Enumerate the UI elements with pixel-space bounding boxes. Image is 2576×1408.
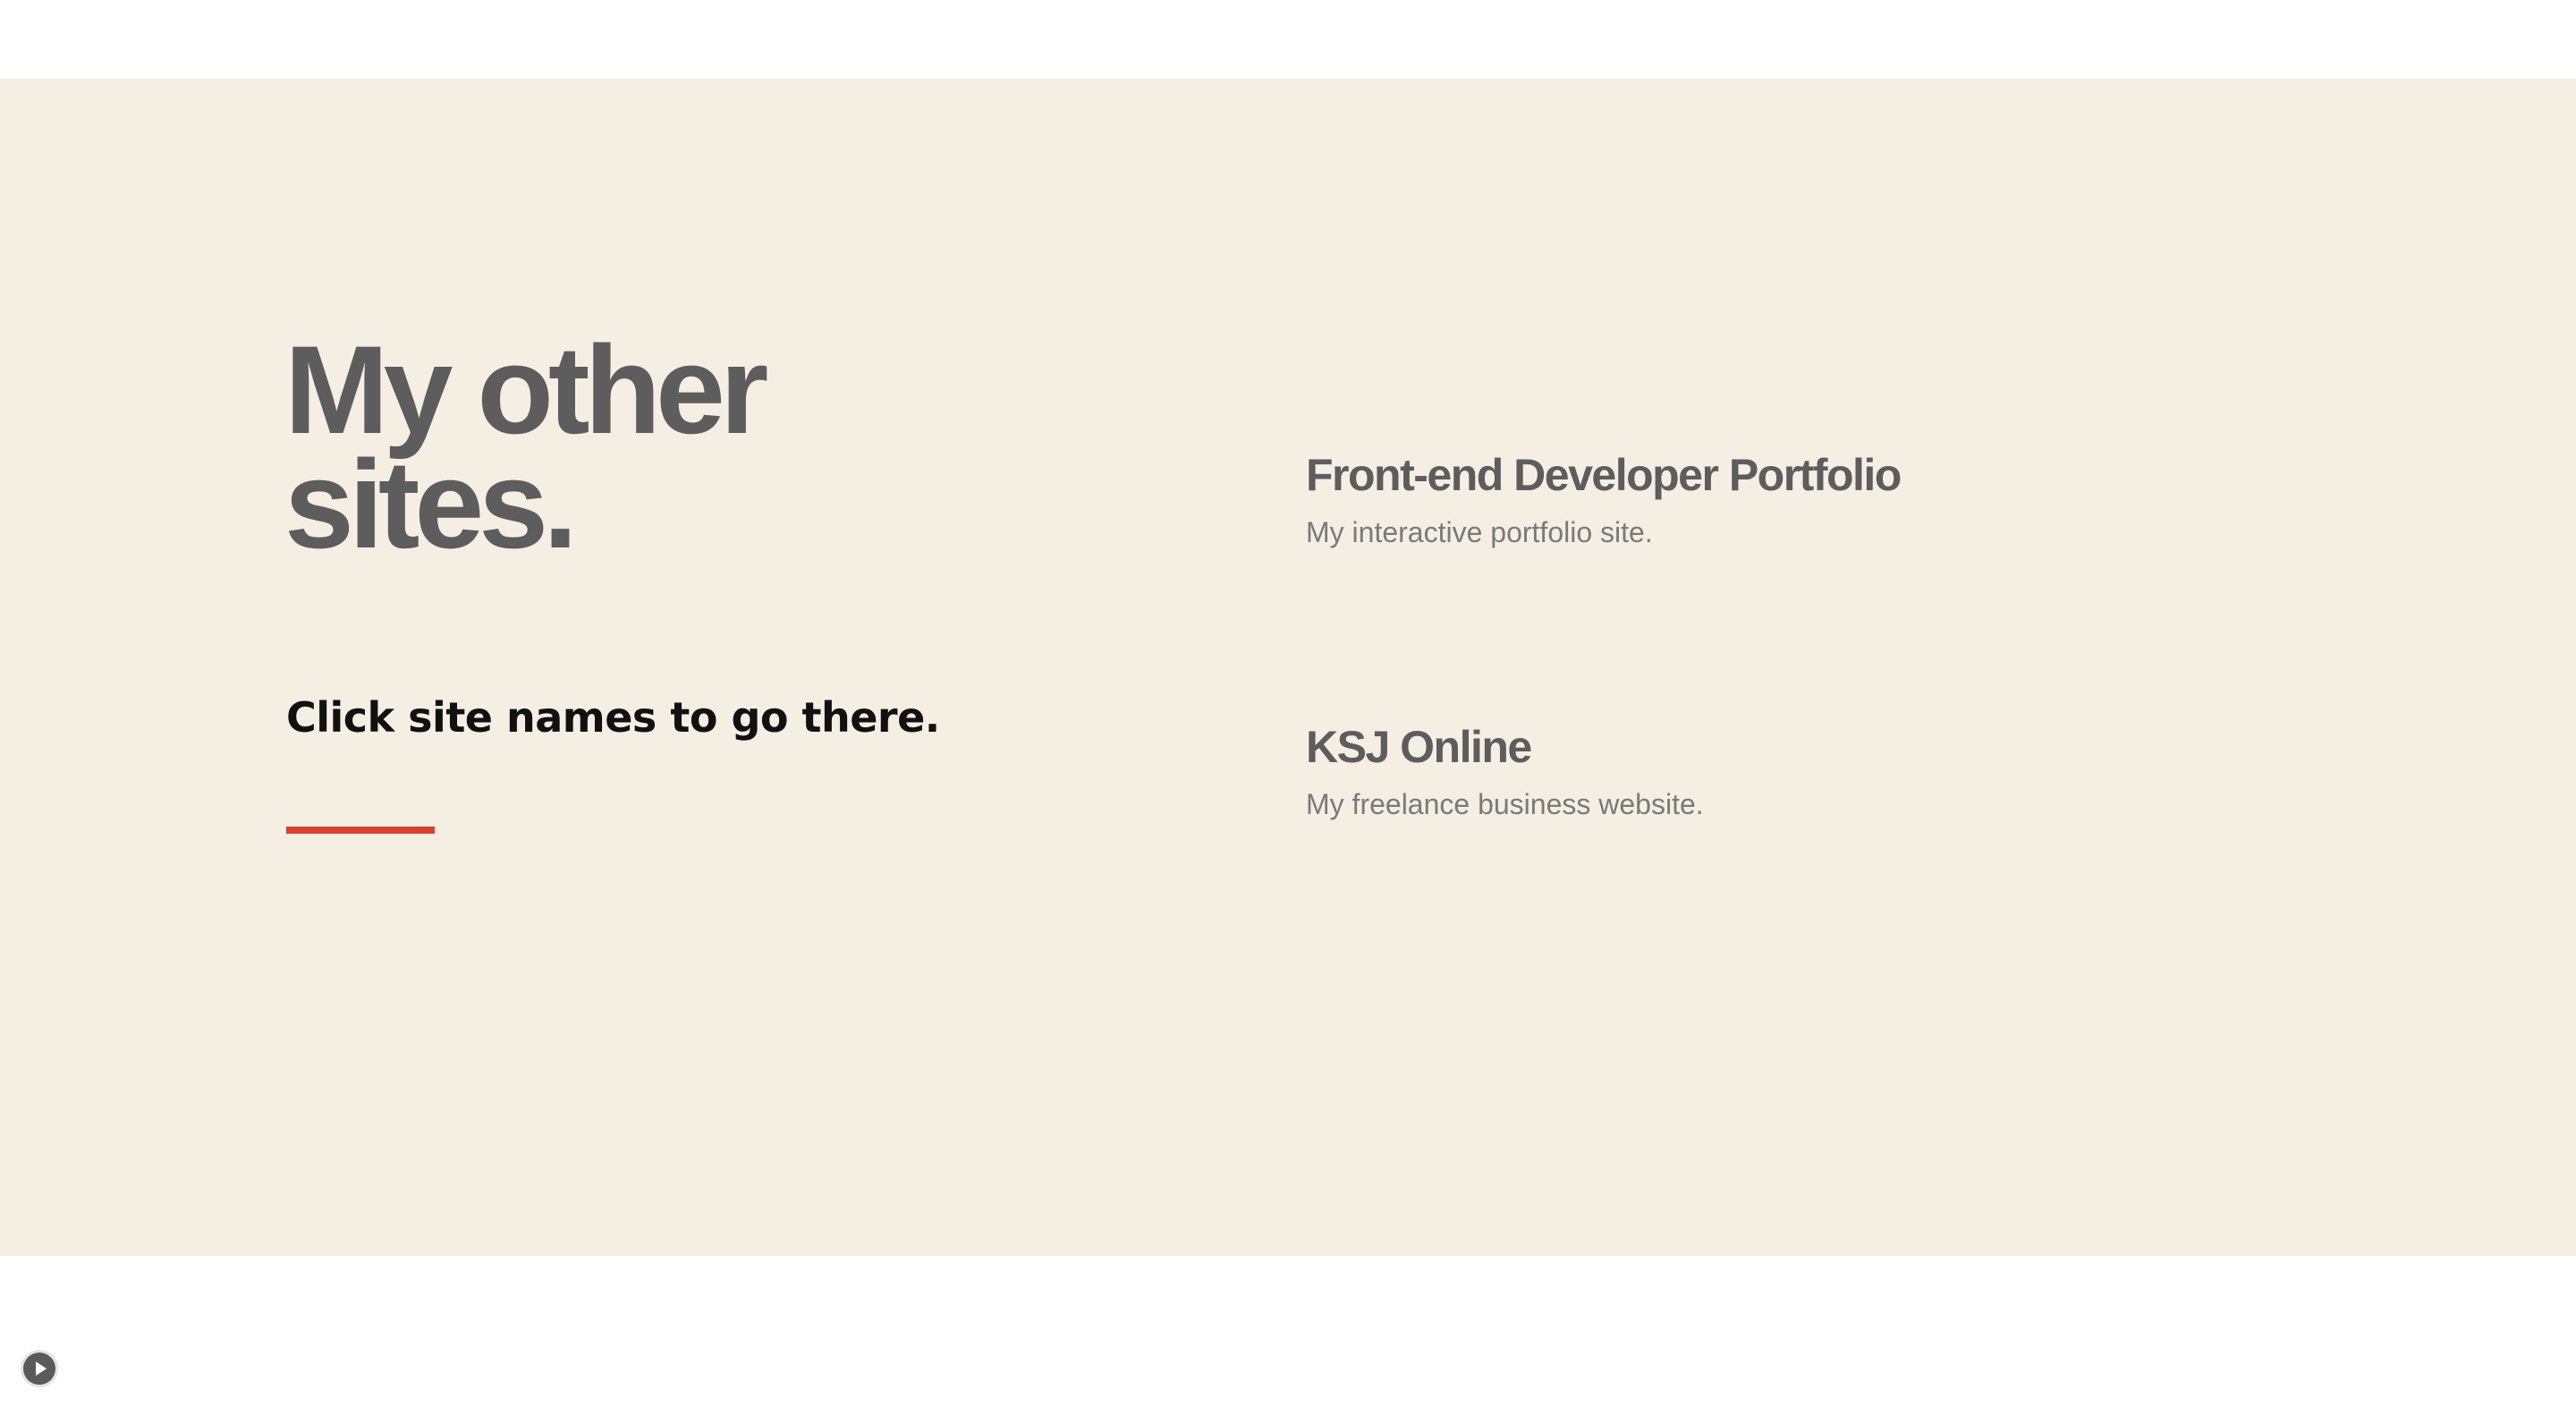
site-description-portfolio: My interactive portfolio site. (1306, 516, 1653, 548)
page-title: My other sites. (284, 327, 911, 567)
top-bar (0, 0, 2576, 79)
site-entry-ksj-online: KSJ Online My freelance business website… (1306, 716, 1704, 827)
other-sites-section (0, 79, 2576, 1256)
page-title-line-2: sites. (284, 434, 578, 574)
accent-divider (286, 827, 435, 834)
instruction-text: Click site names to go there. (286, 693, 940, 742)
play-icon (36, 1361, 47, 1376)
site-entry-portfolio: Front-end Developer Portfolio My interac… (1306, 444, 1902, 555)
site-link-ksj-online[interactable]: KSJ Online (1306, 716, 1704, 778)
site-description-ksj-online: My freelance business website. (1306, 788, 1704, 820)
bottom-bar (0, 1256, 2576, 1408)
play-button[interactable] (23, 1353, 55, 1385)
site-link-portfolio[interactable]: Front-end Developer Portfolio (1306, 444, 1902, 506)
